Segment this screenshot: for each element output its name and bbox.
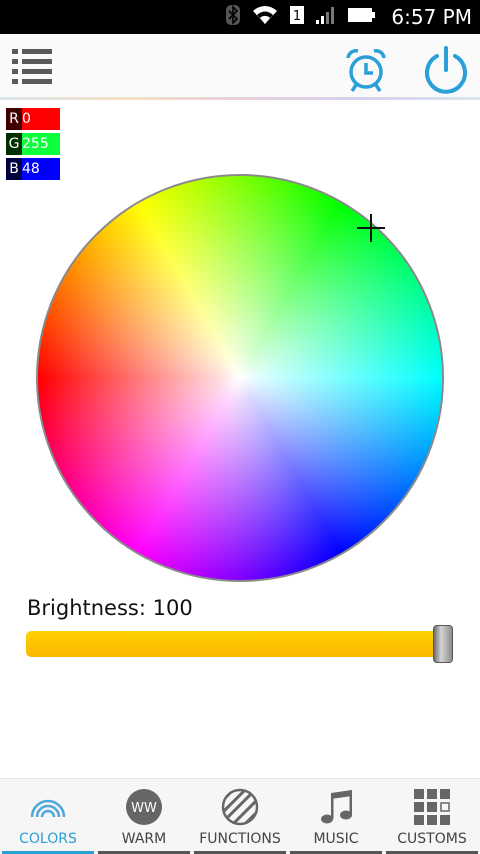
red-label: R <box>9 111 19 127</box>
power-icon <box>425 46 467 94</box>
tab-warm-label: WARM <box>121 831 167 847</box>
menu-button[interactable] <box>10 46 54 86</box>
menu-icon <box>12 49 52 84</box>
tab-warm[interactable]: WW WARM <box>96 779 192 854</box>
power-button[interactable] <box>420 44 472 96</box>
tab-music-label: MUSIC <box>313 831 359 847</box>
ww-text: WW <box>131 801 157 816</box>
ww-icon: WW <box>126 789 162 825</box>
green-value: 255 <box>22 136 49 152</box>
stripes-icon <box>221 788 259 826</box>
svg-text:1: 1 <box>293 9 301 24</box>
sim-icon: 1 <box>289 4 305 30</box>
tab-customs[interactable]: CUSTOMS <box>384 779 480 854</box>
brightness-slider-handle[interactable] <box>433 625 453 663</box>
color-wheel[interactable] <box>36 174 444 582</box>
tab-functions-label: FUNCTIONS <box>199 831 281 847</box>
battery-icon <box>347 4 377 30</box>
status-bar: 1 6:57 PM <box>0 0 480 34</box>
tab-customs-label: CUSTOMS <box>397 831 467 847</box>
alarm-button[interactable] <box>342 46 390 94</box>
tab-functions[interactable]: FUNCTIONS <box>192 779 288 854</box>
alarm-clock-icon <box>346 49 386 92</box>
wifi-icon <box>251 4 279 30</box>
green-label: G <box>8 136 20 152</box>
toolbar-divider <box>0 97 480 100</box>
blue-label: B <box>9 161 19 177</box>
brightness-slider[interactable] <box>26 631 450 657</box>
grid-icon <box>414 789 450 825</box>
bottom-navigation: COLORS WW WARM FUNCTIONS MUSIC CUSTOMS <box>0 778 480 854</box>
tab-colors[interactable]: COLORS <box>0 779 96 854</box>
music-note-icon <box>321 790 352 824</box>
top-toolbar <box>0 34 480 100</box>
red-value-readout: R 0 <box>6 108 60 130</box>
green-value-readout: G 255 <box>6 133 60 155</box>
brightness-label: Brightness: 100 <box>27 596 193 620</box>
bluetooth-icon <box>225 4 241 30</box>
color-wheel-container <box>36 174 444 582</box>
status-time: 6:57 PM <box>391 5 472 29</box>
rainbow-icon <box>30 799 66 818</box>
tab-colors-label: COLORS <box>19 831 77 847</box>
signal-icon <box>315 4 337 30</box>
red-value: 0 <box>22 111 31 127</box>
tab-music[interactable]: MUSIC <box>288 779 384 854</box>
